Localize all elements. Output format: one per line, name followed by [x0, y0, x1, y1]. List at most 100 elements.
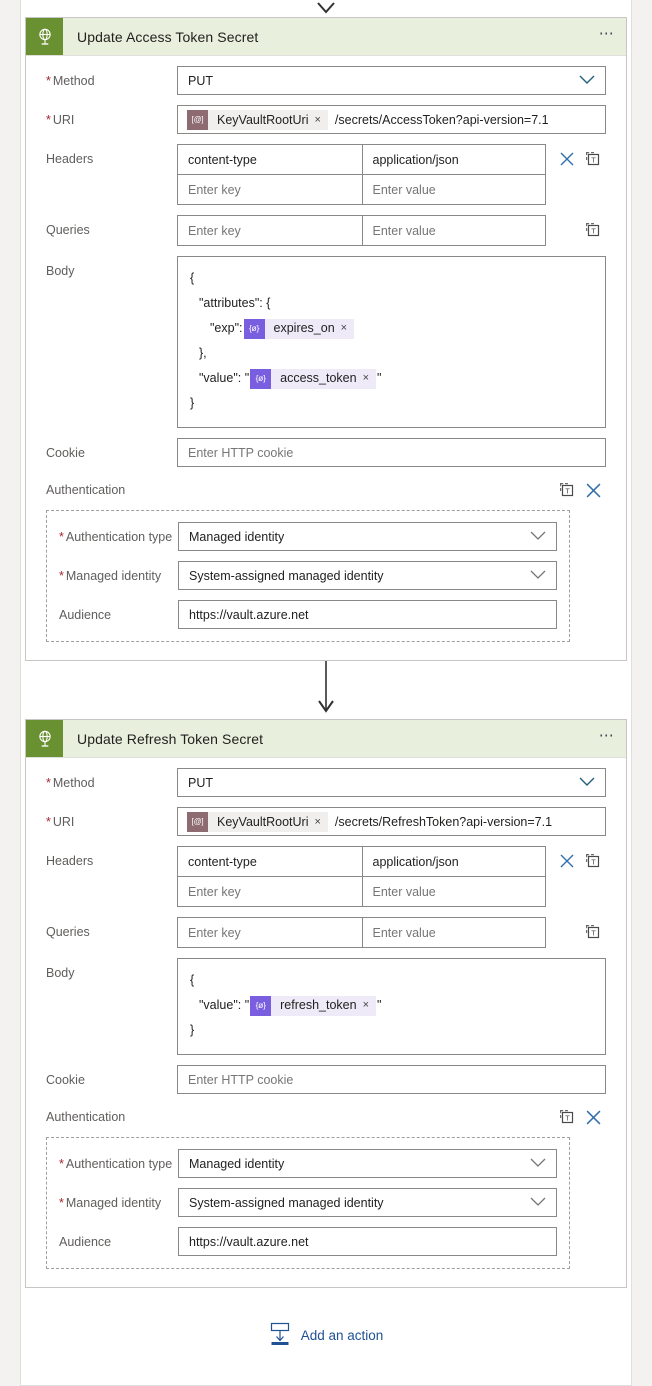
- ellipsis-icon[interactable]: ⋯: [588, 26, 626, 45]
- authentication-section: Authentication T * Authentication type M…: [46, 477, 606, 642]
- svg-text:T: T: [591, 155, 596, 164]
- token-chip-keyvaultrooturi[interactable]: [@] KeyVaultRootUri ×: [187, 109, 328, 130]
- card-header[interactable]: Update Refresh Token Secret ⋯: [26, 720, 626, 758]
- action-card-update-access-token-secret[interactable]: Update Access Token Secret ⋯ * Method PUT: [25, 17, 627, 661]
- switch-to-text-mode-icon[interactable]: T: [580, 919, 606, 945]
- chevron-down-icon: [530, 1196, 546, 1210]
- header-value-input[interactable]: application/json: [361, 847, 546, 876]
- switch-to-text-mode-icon[interactable]: T: [580, 217, 606, 243]
- switch-to-text-mode-icon[interactable]: T: [554, 1104, 580, 1130]
- query-value-input[interactable]: Enter value: [361, 918, 546, 947]
- audience-input[interactable]: https://vault.azure.net: [178, 1227, 557, 1256]
- headers-row: Enter key Enter value: [178, 174, 545, 204]
- body-editor[interactable]: { "value": " {ø} refresh_token × " }: [177, 958, 606, 1055]
- expression-remove-icon[interactable]: ×: [363, 366, 376, 391]
- required-marker: *: [59, 1157, 64, 1171]
- expression-chip-expires-on[interactable]: {ø} expires_on ×: [243, 316, 355, 341]
- query-key-input[interactable]: Enter key: [178, 918, 362, 947]
- method-select[interactable]: PUT: [177, 66, 606, 95]
- switch-to-text-mode-icon[interactable]: T: [580, 146, 606, 172]
- arrow-down-icon: [318, 661, 334, 713]
- header-key-input[interactable]: Enter key: [178, 877, 362, 906]
- cookie-input[interactable]: Enter HTTP cookie: [177, 438, 606, 467]
- expression-icon: {ø}: [243, 318, 265, 339]
- delete-icon[interactable]: [554, 146, 580, 172]
- ellipsis-icon[interactable]: ⋯: [588, 728, 626, 747]
- auth-type-select[interactable]: Managed identity: [178, 1149, 557, 1178]
- token-chip-keyvaultrooturi[interactable]: [@] KeyVaultRootUri ×: [187, 811, 328, 832]
- body-editor[interactable]: { "attributes": { "exp": {ø} expires_on …: [177, 256, 606, 428]
- card-title: Update Refresh Token Secret: [77, 730, 264, 747]
- header-value-input[interactable]: application/json: [361, 145, 546, 174]
- field-row-auth-type: * Authentication type Managed identity: [59, 1149, 557, 1178]
- body-line: }: [190, 1023, 195, 1037]
- header-value-input[interactable]: Enter value: [361, 877, 546, 906]
- http-globe-icon: [26, 18, 63, 55]
- managed-identity-value: System-assigned managed identity: [189, 568, 384, 583]
- authentication-header: Authentication T: [46, 1104, 606, 1130]
- auth-type-select[interactable]: Managed identity: [178, 522, 557, 551]
- body-line: "value": " {ø} refresh_token × ": [190, 993, 593, 1018]
- field-row-queries: Queries Enter key Enter value T: [46, 215, 606, 246]
- chevron-down-icon: [530, 1157, 546, 1171]
- auth-type-label: * Authentication type: [59, 1157, 173, 1171]
- uri-label: * URI: [46, 113, 75, 127]
- chevron-down-icon: [579, 776, 595, 790]
- headers-grid: content-type application/json Enter key …: [177, 846, 546, 907]
- header-key-input[interactable]: content-type: [178, 145, 362, 174]
- queries-row: Enter key Enter value: [178, 216, 545, 245]
- field-row-audience: Audience https://vault.azure.net: [59, 600, 557, 629]
- managed-identity-label: * Managed identity: [59, 1196, 162, 1210]
- add-action-button[interactable]: Add an action: [21, 1288, 631, 1385]
- field-row-headers: Headers content-type application/json En…: [46, 846, 606, 907]
- expression-chip-access-token[interactable]: {ø} access_token ×: [250, 366, 377, 391]
- uri-path-text: /secrets/RefreshToken?api-version=7.1: [334, 814, 553, 829]
- svg-text:T: T: [565, 1114, 570, 1123]
- method-value: PUT: [188, 775, 213, 790]
- header-key-input[interactable]: Enter key: [178, 175, 362, 204]
- cookie-input[interactable]: Enter HTTP cookie: [177, 1065, 606, 1094]
- card-title: Update Access Token Secret: [77, 28, 259, 45]
- field-row-audience: Audience https://vault.azure.net: [59, 1227, 557, 1256]
- query-value-input[interactable]: Enter value: [361, 216, 546, 245]
- audience-input[interactable]: https://vault.azure.net: [178, 600, 557, 629]
- method-label: * Method: [46, 74, 95, 88]
- svg-text:T: T: [591, 857, 596, 866]
- queries-row: Enter key Enter value: [178, 918, 545, 947]
- field-row-managed-identity: * Managed identity System-assigned manage…: [59, 1188, 557, 1217]
- managed-identity-label: * Managed identity: [59, 569, 162, 583]
- required-marker: *: [46, 815, 51, 829]
- expression-remove-icon[interactable]: ×: [341, 316, 354, 341]
- card-header[interactable]: Update Access Token Secret ⋯: [26, 18, 626, 56]
- uri-input[interactable]: [@] KeyVaultRootUri × /secrets/AccessTok…: [177, 105, 606, 134]
- token-remove-icon[interactable]: ×: [314, 816, 327, 828]
- managed-identity-select[interactable]: System-assigned managed identity: [178, 561, 557, 590]
- delete-icon[interactable]: [580, 477, 606, 503]
- body-line: "value": " {ø} access_token × ": [190, 366, 593, 391]
- svg-text:T: T: [565, 487, 570, 496]
- action-card-update-refresh-token-secret[interactable]: Update Refresh Token Secret ⋯ * Method PU…: [25, 719, 627, 1288]
- method-select[interactable]: PUT: [177, 768, 606, 797]
- switch-to-text-mode-icon[interactable]: T: [580, 848, 606, 874]
- svg-text:T: T: [591, 226, 596, 235]
- token-remove-icon[interactable]: ×: [314, 114, 327, 126]
- chevron-down-icon: [530, 569, 546, 583]
- uri-input[interactable]: [@] KeyVaultRootUri × /secrets/RefreshTo…: [177, 807, 606, 836]
- headers-row: content-type application/json: [178, 145, 545, 174]
- header-value-input[interactable]: Enter value: [361, 175, 546, 204]
- switch-to-text-mode-icon[interactable]: T: [554, 477, 580, 503]
- managed-identity-select[interactable]: System-assigned managed identity: [178, 1188, 557, 1217]
- headers-label: Headers: [46, 854, 94, 868]
- body-label: Body: [46, 264, 75, 278]
- delete-icon[interactable]: [554, 848, 580, 874]
- header-key-input[interactable]: content-type: [178, 847, 362, 876]
- auth-type-value: Managed identity: [189, 529, 285, 544]
- expression-chip-refresh-token[interactable]: {ø} refresh_token ×: [250, 993, 377, 1018]
- add-action-label: Add an action: [300, 1328, 384, 1343]
- headers-actions: T: [546, 144, 606, 173]
- delete-icon[interactable]: [580, 1104, 606, 1130]
- expression-remove-icon[interactable]: ×: [363, 993, 376, 1018]
- headers-actions: T: [546, 846, 606, 875]
- add-action-icon: [269, 1322, 291, 1349]
- query-key-input[interactable]: Enter key: [178, 216, 362, 245]
